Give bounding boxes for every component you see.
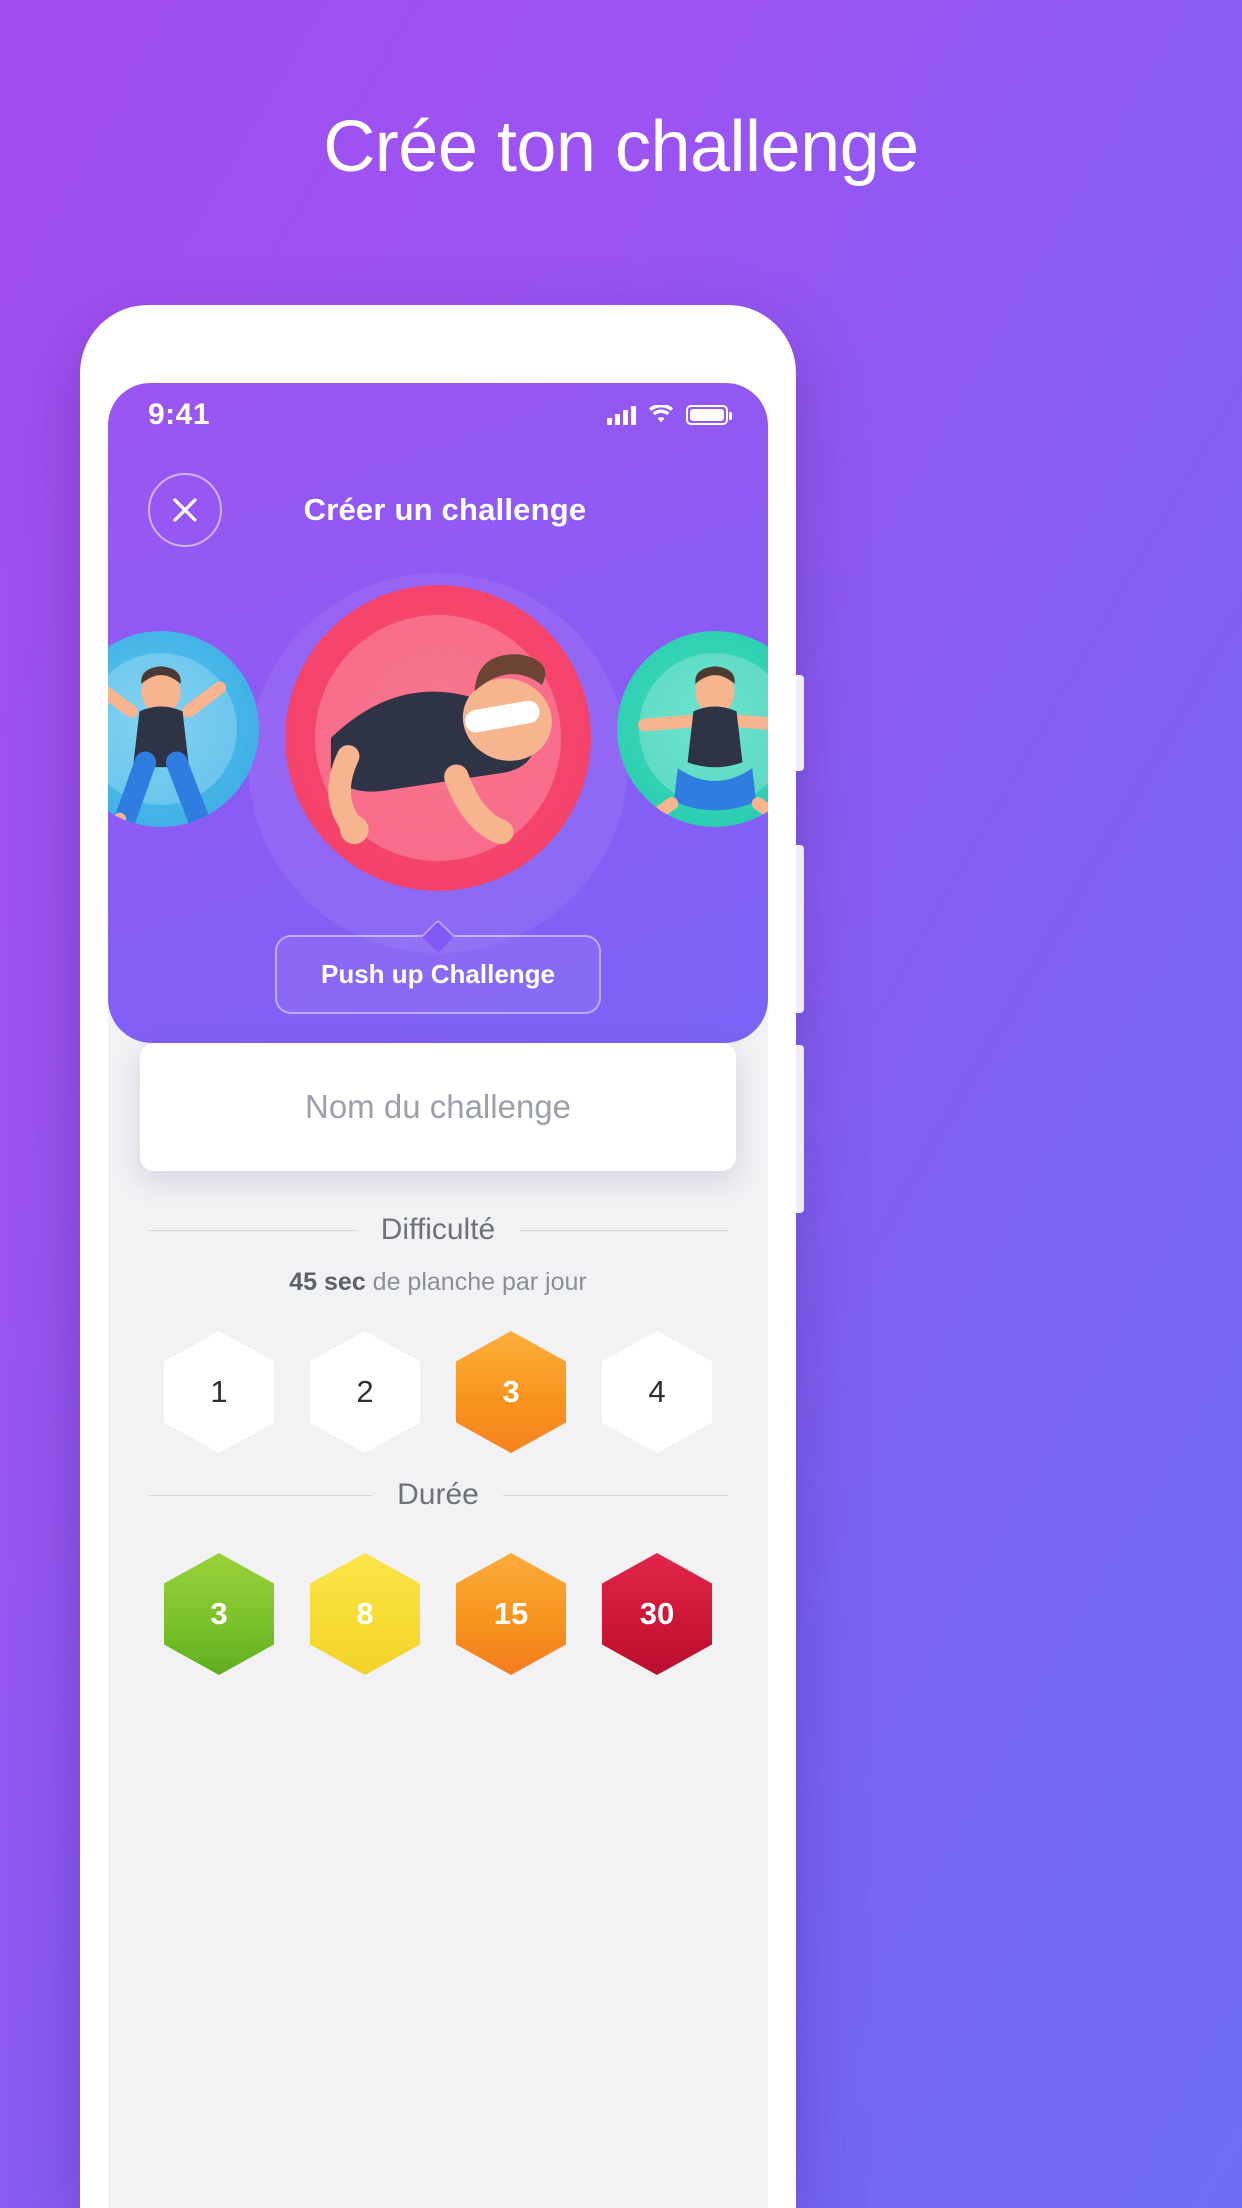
duration-option-3[interactable]: 3 — [164, 1553, 274, 1675]
difficulty-option-3[interactable]: 3 — [456, 1331, 566, 1453]
difficulty-note-strong: 45 sec — [289, 1268, 366, 1296]
duration-heading: Durée — [148, 1478, 728, 1512]
app-screen: 9:41 Créer un challenge Push up Challeng… — [108, 383, 768, 2208]
wifi-icon — [649, 405, 673, 423]
nav-bar: Créer un challenge — [108, 465, 768, 555]
selected-challenge-label: Push up Challenge — [274, 935, 602, 1014]
divider-left — [148, 1229, 357, 1231]
status-bar: 9:41 — [108, 383, 768, 447]
close-icon — [173, 498, 197, 522]
promo-headline: Crée ton challenge — [323, 107, 919, 187]
phone-mute-button[interactable] — [796, 675, 804, 771]
duration-option-15[interactable]: 15 — [456, 1553, 566, 1675]
jumping-jack-illustration — [108, 631, 259, 827]
duration-label: Durée — [397, 1478, 479, 1511]
carousel-item-push-up[interactable] — [285, 585, 591, 891]
divider-left — [148, 1494, 374, 1496]
difficulty-option-2[interactable]: 2 — [310, 1331, 420, 1453]
signal-bars-icon — [607, 405, 636, 425]
carousel-item-jumping-jack[interactable] — [108, 631, 259, 827]
yoga-illustration — [617, 631, 768, 827]
battery-icon — [686, 405, 732, 425]
challenge-name-placeholder: Nom du challenge — [305, 1088, 571, 1125]
status-time: 9:41 — [148, 398, 211, 431]
duration-option-8[interactable]: 8 — [310, 1553, 420, 1675]
phone-frame: 9:41 Créer un challenge Push up Challeng… — [80, 305, 804, 2208]
difficulty-note: 45 sec de planche par jour — [108, 1268, 768, 1297]
challenge-carousel[interactable] — [108, 585, 768, 923]
status-icons — [607, 405, 732, 425]
divider-right — [519, 1229, 728, 1231]
selected-challenge-label-wrap: Push up Challenge — [108, 935, 768, 1014]
page-title: Créer un challenge — [303, 492, 587, 527]
phone-volume-up-button[interactable] — [796, 845, 804, 1013]
divider-right — [502, 1494, 728, 1496]
push-up-illustration — [285, 585, 591, 891]
difficulty-note-rest: de planche par jour — [365, 1268, 587, 1296]
duration-option-30[interactable]: 30 — [602, 1553, 712, 1675]
difficulty-option-1[interactable]: 1 — [164, 1331, 274, 1453]
difficulty-option-4[interactable]: 4 — [602, 1331, 712, 1453]
duration-options[interactable]: 3 8 15 30 — [108, 1553, 768, 1675]
carousel-item-yoga[interactable] — [617, 631, 768, 827]
difficulty-heading: Difficulté — [148, 1213, 728, 1247]
challenge-name-input[interactable]: Nom du challenge — [140, 1043, 736, 1171]
difficulty-label: Difficulté — [380, 1213, 496, 1246]
phone-volume-down-button[interactable] — [796, 1045, 804, 1213]
difficulty-options[interactable]: 1 2 3 4 — [108, 1331, 768, 1453]
close-button[interactable] — [148, 473, 222, 547]
